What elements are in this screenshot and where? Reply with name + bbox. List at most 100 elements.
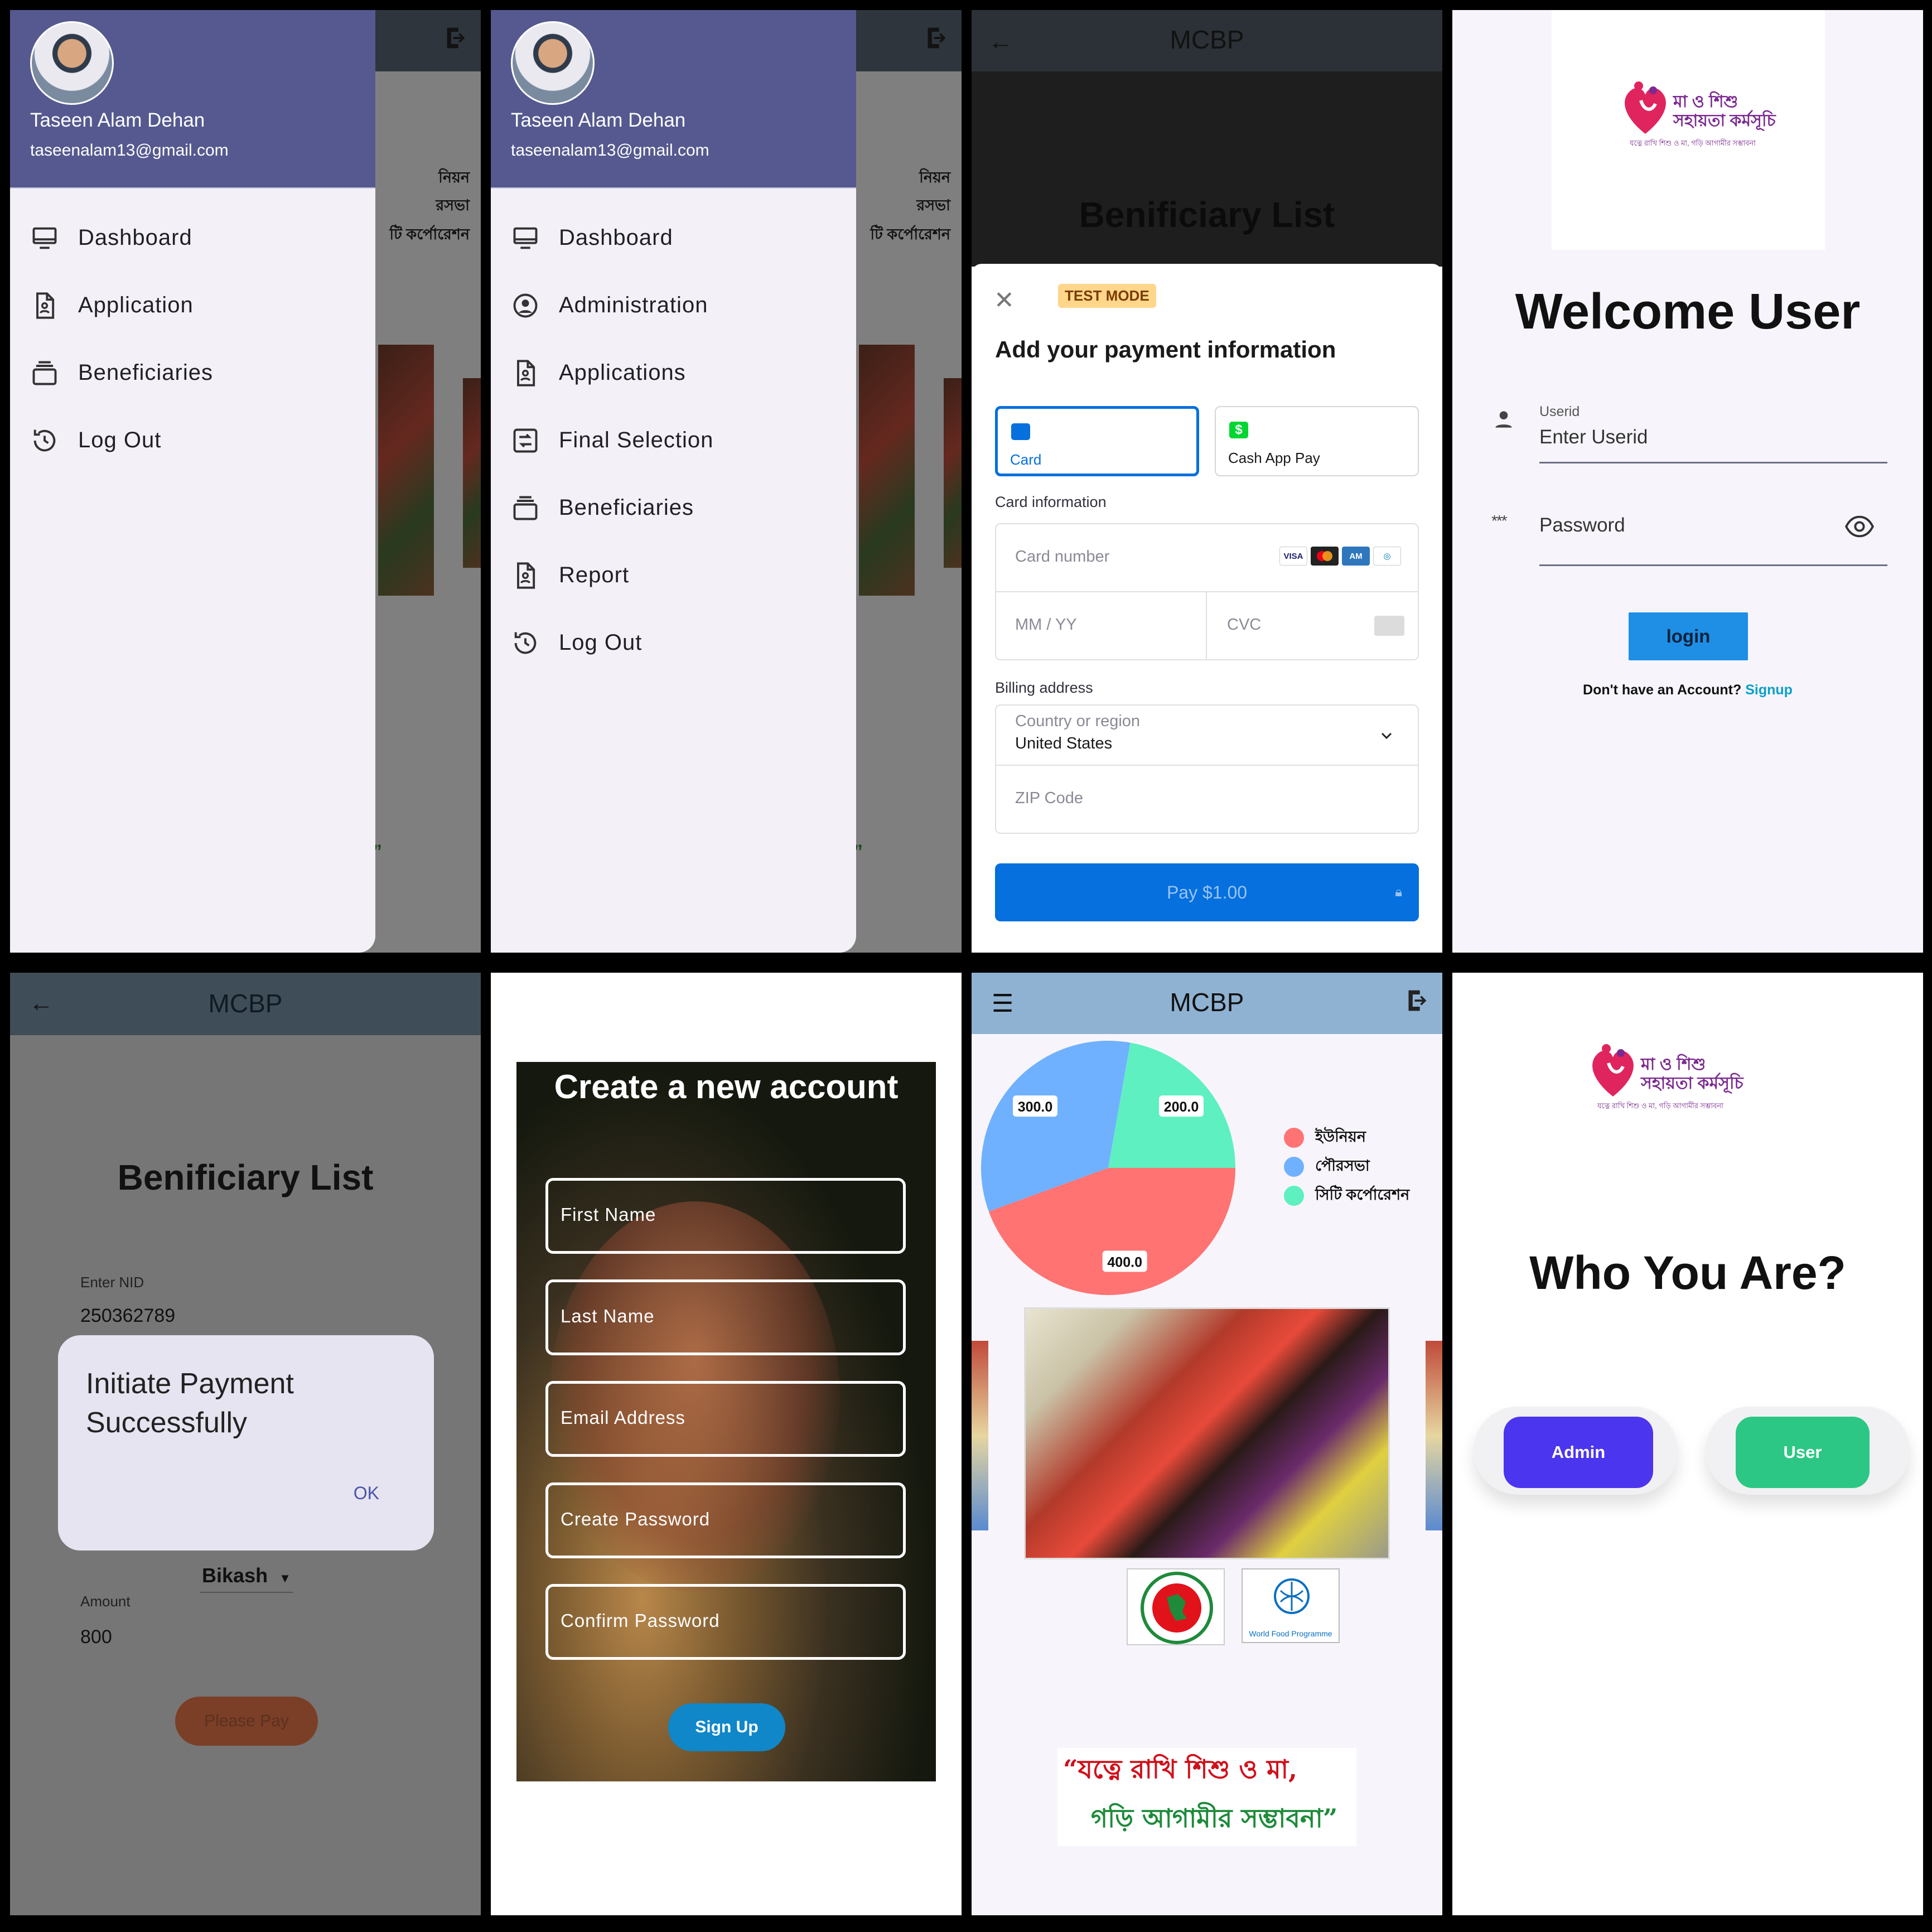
- menu-item-label: Application: [78, 293, 194, 317]
- legend-label: পৌরসভা: [1315, 1157, 1370, 1174]
- select-underline: [200, 1592, 293, 1593]
- label-text: 200.0: [1164, 1099, 1199, 1115]
- carousel-photo[interactable]: [1024, 1307, 1390, 1559]
- eye-icon[interactable]: [1845, 514, 1874, 539]
- card-number-input[interactable]: Card number VISA AM ◎: [995, 523, 1419, 592]
- menu-item-administration[interactable]: Administration: [491, 272, 856, 339]
- login-screen: মা ও শিশু সহায়তা কর্মসূচি যত্নে রাখি শি…: [1452, 10, 1923, 953]
- zip-input[interactable]: ZIP Code: [995, 765, 1419, 834]
- dialog-message: Initiate Payment Successfully: [86, 1368, 294, 1439]
- method-cash-app[interactable]: $ Cash App Pay: [1215, 406, 1419, 476]
- country-value: United States: [1015, 735, 1113, 752]
- signup-link[interactable]: Signup: [1745, 682, 1793, 698]
- menu-item-final-selection[interactable]: Final Selection: [491, 407, 856, 474]
- page-title: Benificiary List: [1079, 195, 1335, 235]
- card-icon: [1011, 423, 1030, 440]
- pay-button[interactable]: Pay $1.00 🔒︎: [995, 863, 1419, 921]
- menu-item-label: Beneficiaries: [78, 360, 214, 385]
- program-logo: মা ও শিশু সহায়তা কর্মসূচি যত্নে রাখি শি…: [1586, 1041, 1754, 1119]
- email-input[interactable]: Email Address: [545, 1381, 906, 1457]
- card-info-label: Card information: [995, 494, 1107, 510]
- please-pay-button[interactable]: Please Pay: [175, 1697, 318, 1746]
- legend-item: পৌরসভা: [1284, 1152, 1409, 1181]
- logo-text: সহায়তা কর্মসূচি: [1673, 112, 1776, 130]
- logout-icon[interactable]: [1405, 988, 1430, 1013]
- dollar-icon: $: [1229, 422, 1248, 438]
- carousel-prev-photo[interactable]: [972, 1341, 988, 1530]
- app-title: MCBP: [208, 989, 283, 1018]
- menu-item-logout[interactable]: Log Out: [10, 407, 375, 474]
- close-icon[interactable]: ✕: [994, 286, 1015, 315]
- stack-icon: [513, 496, 538, 520]
- account-circle-icon: [513, 293, 538, 317]
- drawer-screen-admin: নিয়ন রসভা টি কর্পোরেশন ” Taseen Alam De…: [491, 10, 962, 953]
- menu-item-dashboard[interactable]: Dashboard: [10, 204, 375, 272]
- document-icon: [517, 359, 535, 387]
- expiry-placeholder: MM / YY: [1015, 616, 1077, 634]
- first-name-input[interactable]: First Name: [545, 1178, 906, 1254]
- chevron-down-icon: [1381, 732, 1392, 740]
- admin-button[interactable]: Admin: [1504, 1417, 1653, 1488]
- user-button[interactable]: User: [1736, 1417, 1870, 1488]
- menu-item-beneficiaries[interactable]: Beneficiaries: [491, 474, 856, 542]
- role-select-screen: মা ও শিশু সহায়তা কর্মসূচি যত্নে রাখি শি…: [1452, 973, 1923, 1915]
- visa-icon: VISA: [1279, 547, 1307, 566]
- expiry-input[interactable]: MM / YY: [995, 591, 1207, 660]
- legend-item: ইউনিয়ন: [1284, 1123, 1409, 1152]
- amount-label: Amount: [80, 1593, 131, 1610]
- drawer-header: Taseen Alam Dehan taseenalam13@gmail.com: [10, 10, 375, 189]
- wfp-label: World Food Programme: [1249, 1629, 1332, 1638]
- payment-sheet: ✕ TEST MODE Add your payment information…: [972, 264, 1442, 953]
- cvc-input[interactable]: CVC: [1206, 591, 1419, 660]
- wfp-logo: World Food Programme: [1242, 1568, 1340, 1643]
- nid-input[interactable]: 250362789: [80, 1305, 175, 1327]
- confirm-password-input[interactable]: Confirm Password: [545, 1584, 906, 1660]
- userid-input[interactable]: Enter Userid: [1539, 426, 1648, 448]
- signup-button[interactable]: Sign Up: [668, 1703, 785, 1751]
- user-email: taseenalam13@gmail.com: [30, 141, 229, 160]
- program-logo: মা ও শিশু সহায়তা কর্মসূচি যত্নে রাখি শি…: [1619, 78, 1786, 156]
- slogan-line: গড়ি আগামীর সম্ভাবনা”: [1091, 1803, 1338, 1833]
- stack-icon: [32, 361, 57, 385]
- country-select[interactable]: Country or region United States: [995, 704, 1419, 766]
- menu-item-application[interactable]: Application: [10, 272, 375, 339]
- menu-item-label: Dashboard: [559, 225, 673, 250]
- menu-item-report[interactable]: Report: [491, 542, 856, 609]
- monitor-icon: [32, 227, 57, 249]
- last-name-input[interactable]: Last Name: [545, 1279, 906, 1355]
- report-icon: [517, 562, 535, 589]
- label-text: 400.0: [1107, 1254, 1142, 1270]
- legend-label: ইউনিয়ন: [1315, 1128, 1366, 1145]
- method-card[interactable]: Card: [995, 406, 1199, 476]
- slice-value-label: 300.0: [1013, 1095, 1058, 1117]
- menu-item-applications[interactable]: Applications: [491, 339, 856, 407]
- menu-item-label: Applications: [559, 360, 686, 385]
- amex-icon: AM: [1342, 547, 1370, 566]
- password-input[interactable]: Password: [1539, 514, 1625, 537]
- dropdown-arrow-icon: ▼: [279, 1571, 291, 1585]
- payment-method-value: Bikash: [202, 1564, 268, 1587]
- logo-card: মা ও শিশু সহায়তা কর্মসূচি যত্নে রাখি শি…: [1552, 10, 1825, 250]
- slogan-banner: “যত্নে রাখি শিশু ও মা, গড়ি আগামীর সম্ভা…: [1057, 1748, 1356, 1846]
- signup-prompt: Don't have an Account? Signup: [1452, 682, 1923, 698]
- payment-screen: ← MCBP Benificiary List ✕ TEST MODE Add …: [972, 10, 1442, 953]
- dialog-ok-button[interactable]: OK: [354, 1483, 379, 1504]
- create-password-input[interactable]: Create Password: [545, 1482, 906, 1558]
- drawer-header: Taseen Alam Dehan taseenalam13@gmail.com: [491, 10, 856, 189]
- logo-tagline: যত্নে রাখি শিশু ও মা, গড়ি আগামীর সম্ভাব…: [1630, 139, 1756, 147]
- user-name: Taseen Alam Dehan: [30, 109, 205, 131]
- carousel-next-photo[interactable]: [1426, 1341, 1442, 1530]
- legend-swatch: [1284, 1186, 1304, 1206]
- welcome-title: Welcome User: [1515, 284, 1861, 340]
- menu-item-beneficiaries[interactable]: Beneficiaries: [10, 339, 375, 407]
- login-button[interactable]: login: [1629, 612, 1748, 660]
- legend-item: সিটি কর্পোরেশন: [1284, 1181, 1409, 1210]
- payment-method-select[interactable]: Bikash ▼: [202, 1564, 291, 1587]
- first-name-placeholder: First Name: [561, 1204, 656, 1225]
- menu-item-dashboard[interactable]: Dashboard: [491, 204, 856, 272]
- menu-item-logout[interactable]: Log Out: [491, 609, 856, 677]
- diners-icon: ◎: [1373, 547, 1401, 566]
- amount-input[interactable]: 800: [80, 1626, 112, 1648]
- mastercard-icon: [1311, 547, 1339, 566]
- signup-title: Create a new account: [554, 1068, 899, 1105]
